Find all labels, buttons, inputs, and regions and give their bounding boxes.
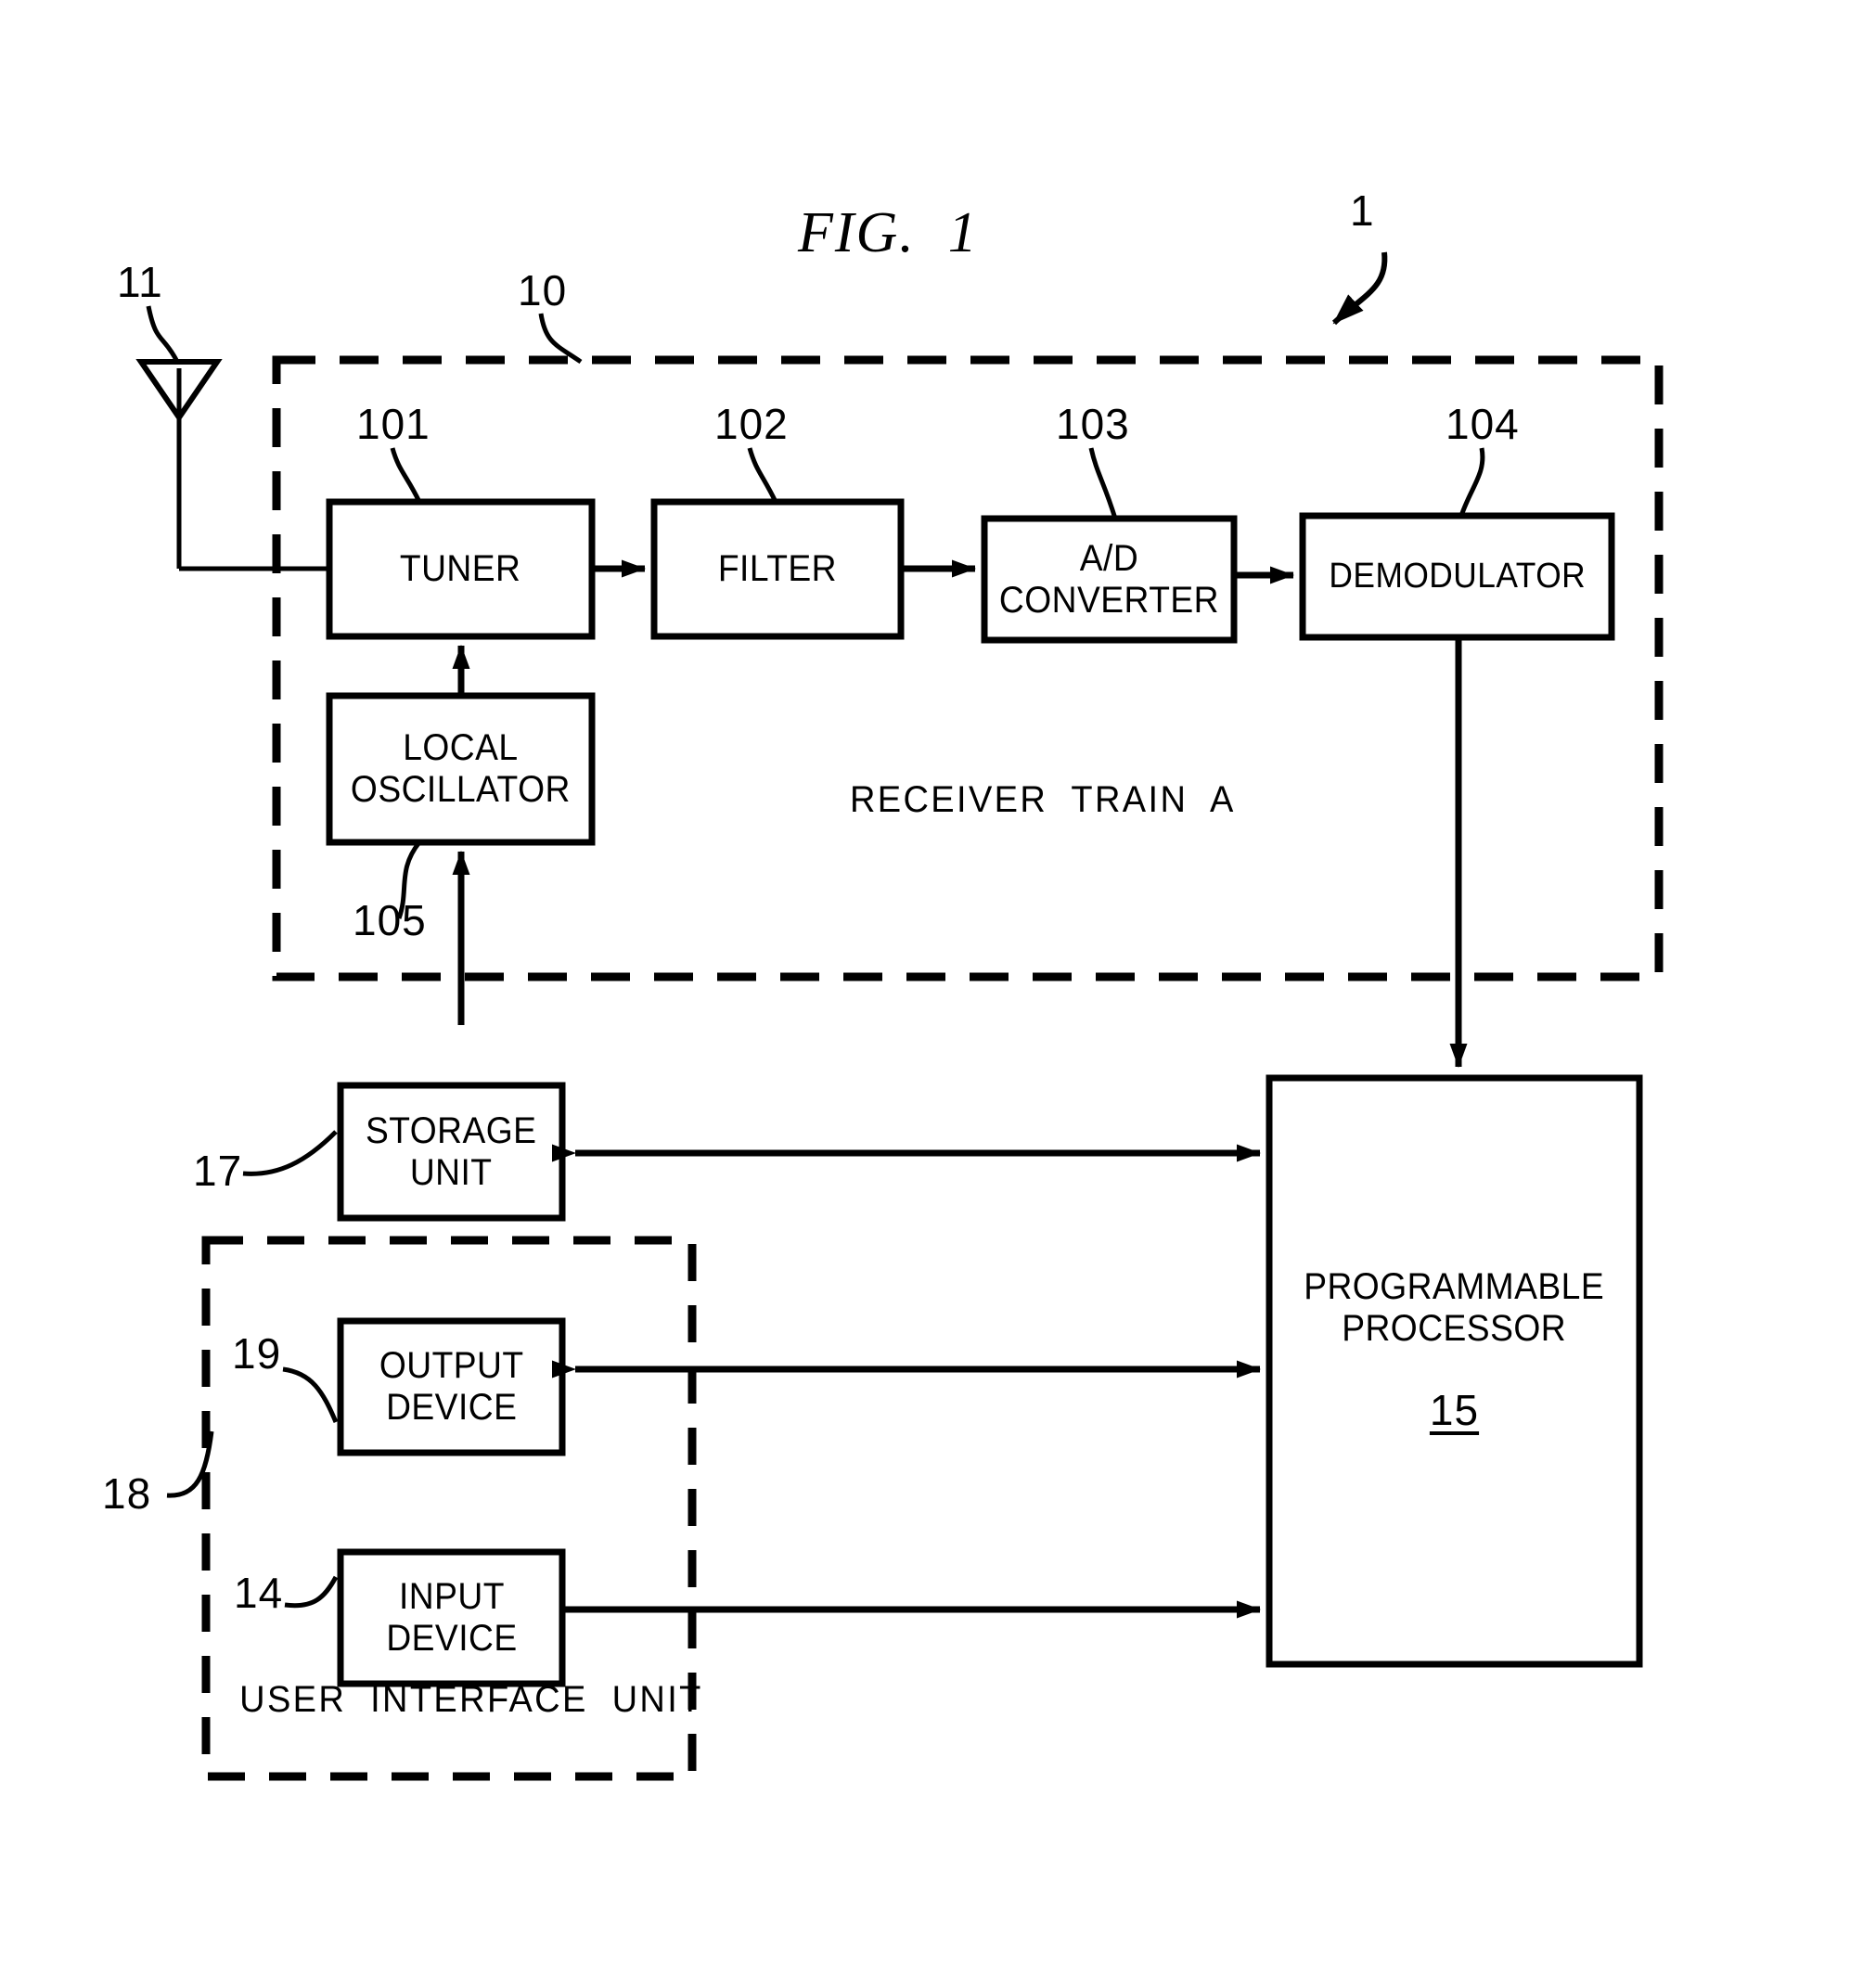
ref-output-device-19: 19 bbox=[232, 1329, 282, 1378]
ref-user-interface-unit-18: 18 bbox=[102, 1469, 152, 1518]
ref-local-oscillator-105: 105 bbox=[353, 896, 427, 944]
receiver-unit-dashed-boundary bbox=[272, 355, 1664, 981]
input-device-label-wrap: INPUT DEVICE bbox=[341, 1552, 562, 1684]
leader-101 bbox=[390, 447, 422, 504]
programmable-processor-label: PROGRAMMABLE PROCESSOR bbox=[1304, 1266, 1605, 1349]
ref-tuner-101: 101 bbox=[356, 400, 430, 448]
ref-filter-102: 102 bbox=[714, 400, 789, 448]
leader-103 bbox=[1088, 447, 1118, 519]
figure-title: FIG. 1 bbox=[798, 201, 979, 264]
input-device-label: INPUT DEVICE bbox=[385, 1576, 518, 1659]
ref-storage-unit-17: 17 bbox=[193, 1147, 243, 1195]
leader-17 bbox=[242, 1130, 338, 1176]
ref-receiver-unit-10: 10 bbox=[518, 266, 568, 314]
leader-10 bbox=[538, 313, 583, 365]
antenna-symbol bbox=[135, 359, 322, 571]
programmable-processor-label-wrap: PROGRAMMABLE PROCESSOR bbox=[1269, 1243, 1639, 1373]
demodulator-label-wrap: DEMODULATOR bbox=[1303, 516, 1612, 637]
ref-ad-converter-103: 103 bbox=[1056, 400, 1130, 448]
leader-1-arrow bbox=[1331, 251, 1388, 326]
ref-programmable-processor-15: 15 bbox=[1429, 1386, 1480, 1434]
patent-figure-page: FIG. 1 1 11 10 101 102 103 104 105 17 18… bbox=[0, 0, 1876, 1962]
ref-demodulator-104: 104 bbox=[1446, 400, 1520, 448]
leader-19 bbox=[282, 1366, 339, 1423]
local-oscillator-label-wrap: LOCAL OSCILLATOR bbox=[329, 696, 592, 842]
filter-label: FILTER bbox=[717, 548, 838, 590]
leader-102 bbox=[747, 447, 778, 504]
demodulator-label: DEMODULATOR bbox=[1329, 557, 1586, 596]
ref-input-device-14: 14 bbox=[234, 1569, 284, 1617]
output-device-label-wrap: OUTPUT DEVICE bbox=[341, 1321, 562, 1453]
programmable-processor-ref-wrap: 15 bbox=[1269, 1382, 1639, 1438]
leader-104 bbox=[1458, 447, 1485, 517]
tuner-label-wrap: TUNER bbox=[329, 502, 592, 636]
receiver-train-label: RECEIVER TRAIN A bbox=[849, 779, 1236, 820]
output-device-label: OUTPUT DEVICE bbox=[379, 1345, 524, 1428]
filter-label-wrap: FILTER bbox=[654, 502, 901, 636]
leader-11 bbox=[146, 305, 179, 362]
tuner-label: TUNER bbox=[400, 548, 521, 590]
storage-unit-label: STORAGE UNIT bbox=[366, 1109, 537, 1193]
leader-14 bbox=[284, 1575, 339, 1609]
ad-converter-label: A/D CONVERTER bbox=[998, 537, 1220, 621]
local-oscillator-label: LOCAL OSCILLATOR bbox=[351, 727, 571, 810]
ad-converter-label-wrap: A/D CONVERTER bbox=[984, 519, 1234, 640]
storage-unit-label-wrap: STORAGE UNIT bbox=[341, 1085, 562, 1218]
ref-antenna-11: 11 bbox=[117, 258, 163, 306]
user-interface-unit-label: USER INTERFACE UNIT bbox=[239, 1679, 703, 1720]
diagram-canvas bbox=[135, 251, 1664, 1781]
ref-system-1: 1 bbox=[1350, 186, 1375, 235]
